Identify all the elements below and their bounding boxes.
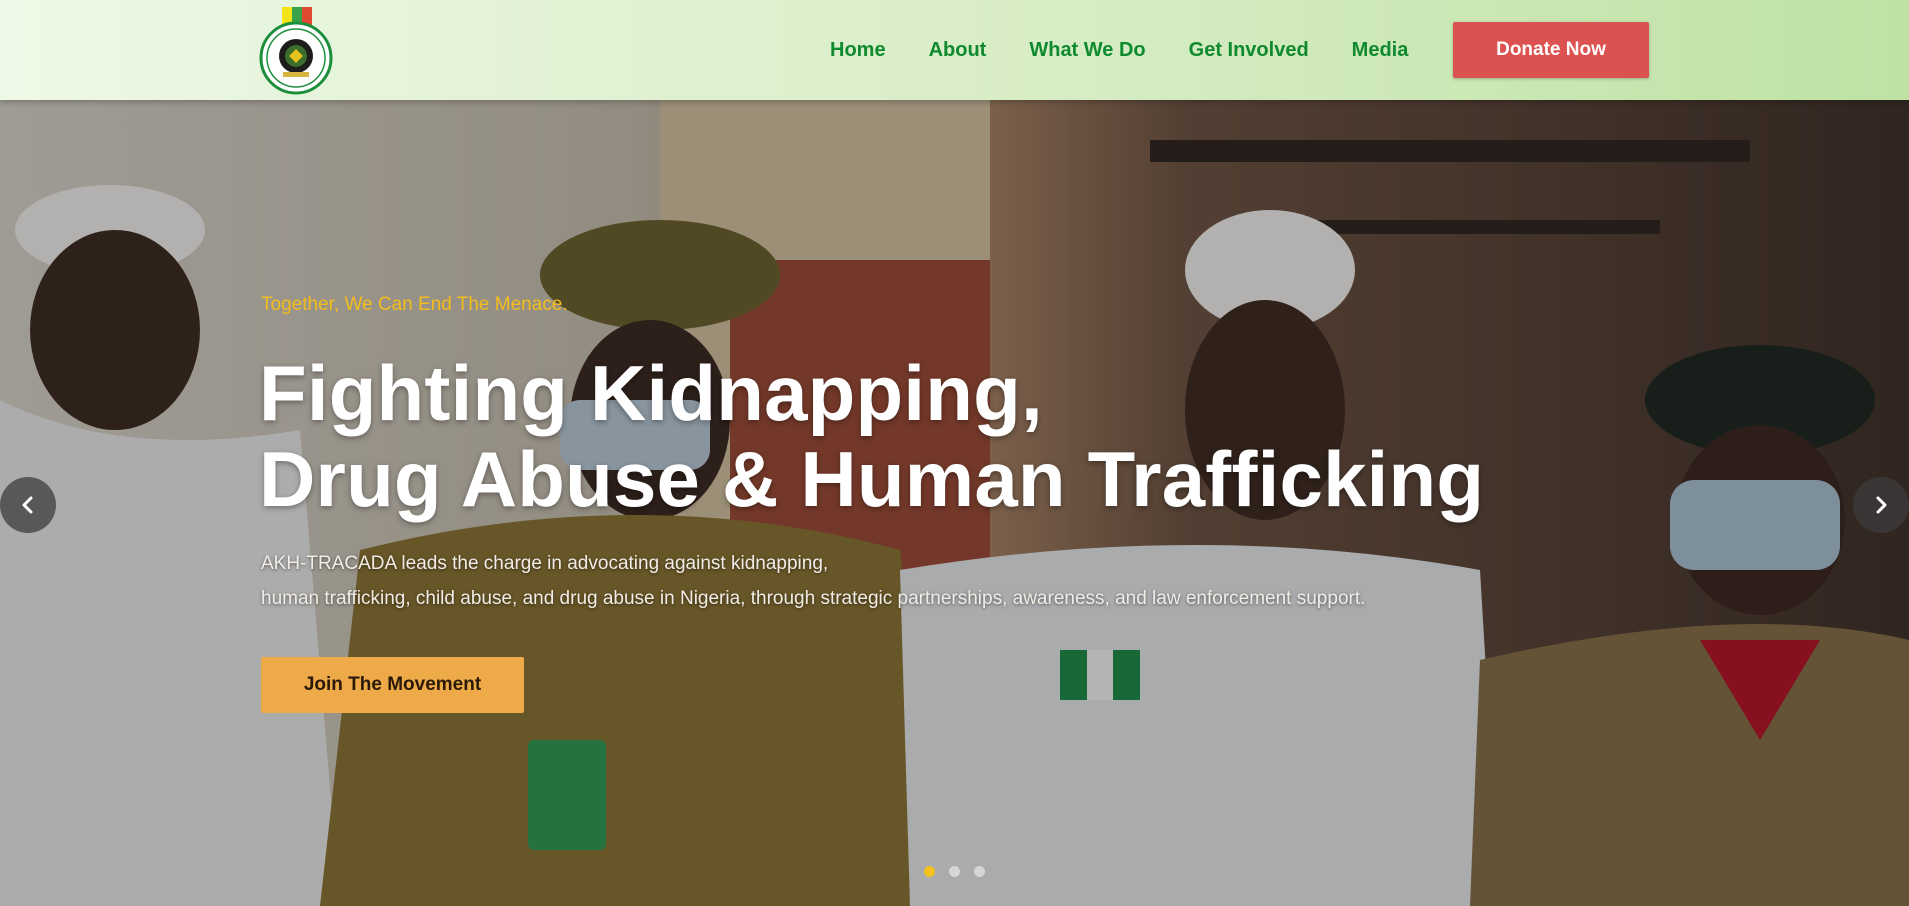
carousel-indicators — [924, 866, 985, 877]
donate-now-button[interactable]: Donate Now — [1453, 22, 1649, 78]
nav-home[interactable]: Home — [830, 39, 886, 62]
hero-headline-line-2: Drug Abuse & Human Trafficking — [259, 435, 1485, 523]
carousel-dot-3[interactable] — [974, 866, 985, 877]
hero-headline-line-1: Fighting Kidnapping, — [259, 349, 1043, 437]
carousel-prev-button[interactable] — [0, 477, 56, 533]
site-header: Home About What We Do Get Involved Media… — [0, 0, 1909, 100]
hero-tagline: Together, We Can End The Menace. — [261, 294, 568, 315]
main-nav: Home About What We Do Get Involved Media — [830, 0, 1451, 100]
carousel-next-button[interactable] — [1853, 477, 1909, 533]
chevron-left-icon — [22, 496, 33, 514]
hero-description: AKH-TRACADA leads the charge in advocati… — [261, 546, 1365, 616]
hero-description-line-2: human trafficking, child abuse, and drug… — [261, 588, 1366, 609]
nav-about[interactable]: About — [929, 39, 987, 62]
hero-description-line-1: AKH-TRACADA leads the charge in advocati… — [261, 553, 829, 574]
nav-get-involved[interactable]: Get Involved — [1189, 39, 1309, 62]
hero-headline: Fighting Kidnapping, Drug Abuse & Human … — [259, 350, 1484, 522]
nav-media[interactable]: Media — [1352, 39, 1409, 62]
site-logo[interactable] — [259, 6, 333, 96]
chevron-right-icon — [1876, 496, 1887, 514]
nav-what-we-do[interactable]: What We Do — [1029, 39, 1145, 62]
hero-carousel: Together, We Can End The Menace. Fightin… — [0, 100, 1909, 906]
join-the-movement-button[interactable]: Join The Movement — [261, 657, 524, 713]
carousel-dot-2[interactable] — [949, 866, 960, 877]
carousel-dot-1[interactable] — [924, 866, 935, 877]
